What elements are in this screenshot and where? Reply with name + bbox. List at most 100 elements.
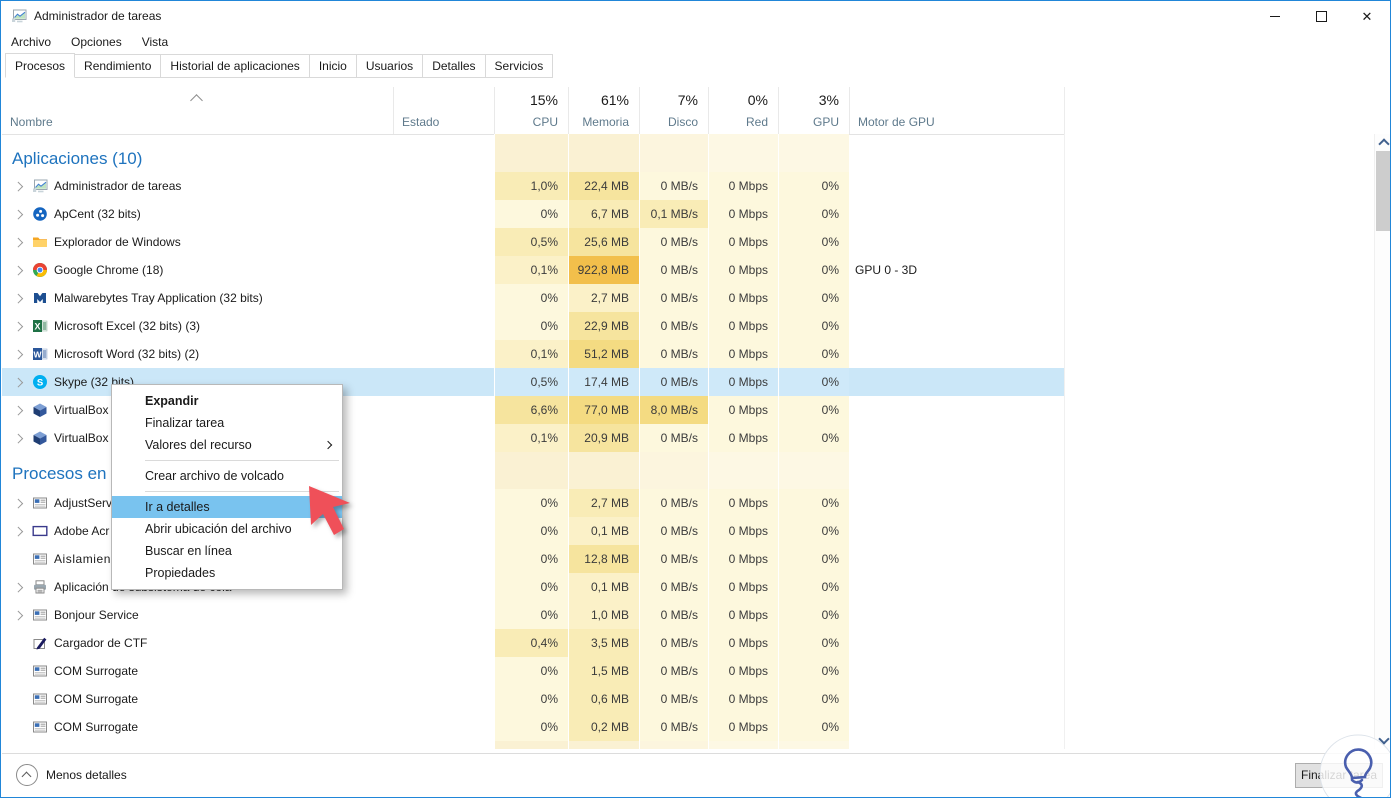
process-row[interactable]: Malwarebytes Tray Application (32 bits)0… bbox=[2, 284, 1064, 312]
tab-servicios[interactable]: Servicios bbox=[485, 54, 554, 78]
tab-detalles[interactable]: Detalles bbox=[422, 54, 485, 78]
disk-cell: 8,0 MB/s bbox=[639, 396, 708, 424]
name-cell: Administrador de tareas bbox=[2, 172, 393, 200]
table-bottom-strip bbox=[2, 741, 1064, 749]
cpu-cell bbox=[494, 134, 568, 172]
column-header-gpu[interactable]: 3%GPU bbox=[778, 87, 849, 134]
gpu-engine-cell bbox=[849, 629, 1064, 657]
less-details-label[interactable]: Menos detalles bbox=[46, 754, 127, 796]
group-header-row[interactable]: Aplicaciones (10) bbox=[2, 134, 1064, 172]
expand-chevron-icon bbox=[14, 406, 23, 415]
column-header-cpu[interactable]: 15%CPU bbox=[494, 87, 568, 134]
menu-item-valores-del-recurso[interactable]: Valores del recurso bbox=[112, 434, 342, 456]
process-name: AdjustServ bbox=[54, 489, 112, 517]
menu-item-finalizar-tarea[interactable]: Finalizar tarea bbox=[112, 412, 342, 434]
total-cpu-percent: 15% bbox=[530, 92, 558, 108]
column-label: GPU bbox=[813, 115, 839, 129]
process-row[interactable]: Google Chrome (18) 0,1%922,8 MB0 MB/s0 Mb… bbox=[2, 256, 1064, 284]
net-cell: 0 Mbps bbox=[708, 340, 778, 368]
disk-cell: 0 MB/s bbox=[639, 489, 708, 517]
cpu-cell: 0,1% bbox=[494, 256, 568, 284]
minimize-button[interactable] bbox=[1252, 1, 1298, 31]
column-header-nombre[interactable]: Nombre bbox=[2, 87, 393, 134]
menubar-item-archivo[interactable]: Archivo bbox=[1, 31, 61, 53]
expand-chevron-icon bbox=[14, 294, 23, 303]
cpu-cell bbox=[494, 741, 568, 749]
gpu-cell: 0% bbox=[778, 629, 849, 657]
scrollbar-thumb[interactable] bbox=[1376, 151, 1391, 231]
column-header-estado[interactable]: Estado bbox=[393, 87, 494, 134]
name-cell: Google Chrome (18) bbox=[2, 256, 393, 284]
column-header-disco[interactable]: 7%Disco bbox=[639, 87, 708, 134]
tab-rendimiento[interactable]: Rendimiento bbox=[74, 54, 161, 78]
tab-strip: ProcesosRendimientoHistorial de aplicaci… bbox=[5, 54, 552, 78]
tab-procesos[interactable]: Procesos bbox=[5, 53, 75, 78]
cpu-cell: 0% bbox=[494, 601, 568, 629]
virtualbox-icon bbox=[32, 430, 48, 446]
virtualbox-icon bbox=[32, 402, 48, 418]
net-cell: 0 Mbps bbox=[708, 172, 778, 200]
less-details-toggle[interactable] bbox=[16, 764, 38, 786]
process-row[interactable]: COM Surrogate0%0,2 MB0 MB/s0 Mbps0% bbox=[2, 713, 1064, 741]
mem-cell: 12,8 MB bbox=[568, 545, 639, 573]
column-header-motor-de-gpu[interactable]: Motor de GPU bbox=[849, 87, 1064, 134]
end-task-button[interactable]: Finalizar tarea bbox=[1295, 763, 1383, 788]
menu-item-expandir[interactable]: Expandir bbox=[112, 390, 342, 412]
expand-chevron-icon bbox=[14, 350, 23, 359]
disk-cell bbox=[639, 134, 708, 172]
process-row[interactable]: Cargador de CTF0,4%3,5 MB0 MB/s0 Mbps0% bbox=[2, 629, 1064, 657]
process-name: COM Surrogate bbox=[54, 713, 138, 741]
name-cell: XMicrosoft Excel (32 bits) (3) bbox=[2, 312, 393, 340]
gpu-engine-cell bbox=[849, 424, 1064, 452]
process-row[interactable]: Bonjour Service0%1,0 MB0 MB/s0 Mbps0% bbox=[2, 601, 1064, 629]
menu-item-propiedades[interactable]: Propiedades bbox=[112, 562, 342, 584]
gpu-cell: 0% bbox=[778, 489, 849, 517]
menubar-item-opciones[interactable]: Opciones bbox=[61, 31, 132, 53]
disk-cell: 0 MB/s bbox=[639, 629, 708, 657]
column-label: Estado bbox=[402, 115, 439, 129]
mem-cell: 1,0 MB bbox=[568, 601, 639, 629]
mem-cell: 922,8 MB bbox=[568, 256, 639, 284]
menu-item-buscar-en-l-nea[interactable]: Buscar en línea bbox=[112, 540, 342, 562]
disk-cell: 0 MB/s bbox=[639, 657, 708, 685]
close-button[interactable]: ✕ bbox=[1344, 1, 1390, 31]
process-name: Microsoft Excel (32 bits) (3) bbox=[54, 312, 200, 340]
cpu-cell: 0% bbox=[494, 657, 568, 685]
expand-chevron-icon bbox=[14, 378, 23, 387]
column-label: Nombre bbox=[10, 115, 53, 129]
windefault-icon bbox=[32, 495, 48, 511]
disk-cell: 0 MB/s bbox=[639, 256, 708, 284]
process-row[interactable]: Explorador de Windows0,5%25,6 MB0 MB/s0 … bbox=[2, 228, 1064, 256]
process-row[interactable]: Administrador de tareas1,0%22,4 MB0 MB/s… bbox=[2, 172, 1064, 200]
scrollbar-down-button[interactable] bbox=[1375, 732, 1391, 749]
net-cell: 0 Mbps bbox=[708, 256, 778, 284]
expand-chevron-icon bbox=[14, 182, 23, 191]
gpu-engine-cell bbox=[849, 685, 1064, 713]
menubar-item-vista[interactable]: Vista bbox=[132, 31, 178, 53]
process-row[interactable]: COM Surrogate0%0,6 MB0 MB/s0 Mbps0% bbox=[2, 685, 1064, 713]
column-header-memoria[interactable]: 61%Memoria bbox=[568, 87, 639, 134]
tab-historial-de-aplicaciones[interactable]: Historial de aplicaciones bbox=[160, 54, 309, 78]
process-name: Bonjour Service bbox=[54, 601, 139, 629]
process-row[interactable]: WMicrosoft Word (32 bits) (2)0,1%51,2 MB… bbox=[2, 340, 1064, 368]
title-bar: Administrador de tareas ✕ bbox=[1, 1, 1390, 31]
net-cell: 0 Mbps bbox=[708, 396, 778, 424]
process-row[interactable]: XMicrosoft Excel (32 bits) (3)0%22,9 MB0… bbox=[2, 312, 1064, 340]
process-name: Adobe Acr bbox=[54, 517, 109, 545]
gpu-engine-cell bbox=[849, 713, 1064, 741]
maximize-button[interactable] bbox=[1298, 1, 1344, 31]
gpu-engine-cell bbox=[849, 396, 1064, 424]
gpu-cell: 0% bbox=[778, 424, 849, 452]
process-row[interactable]: COM Surrogate0%1,5 MB0 MB/s0 Mbps0% bbox=[2, 657, 1064, 685]
process-row[interactable]: ApCent (32 bits)0%6,7 MB0,1 MB/s0 Mbps0% bbox=[2, 200, 1064, 228]
gpu-cell: 0% bbox=[778, 545, 849, 573]
gpu-cell: 0% bbox=[778, 657, 849, 685]
close-icon: ✕ bbox=[1362, 10, 1373, 23]
column-header-red[interactable]: 0%Red bbox=[708, 87, 778, 134]
mem-cell: 3,5 MB bbox=[568, 629, 639, 657]
scrollbar-up-button[interactable] bbox=[1375, 134, 1391, 151]
vertical-scrollbar[interactable] bbox=[1374, 134, 1391, 749]
tab-usuarios[interactable]: Usuarios bbox=[356, 54, 423, 78]
submenu-arrow-icon bbox=[324, 441, 332, 449]
tab-inicio[interactable]: Inicio bbox=[309, 54, 357, 78]
